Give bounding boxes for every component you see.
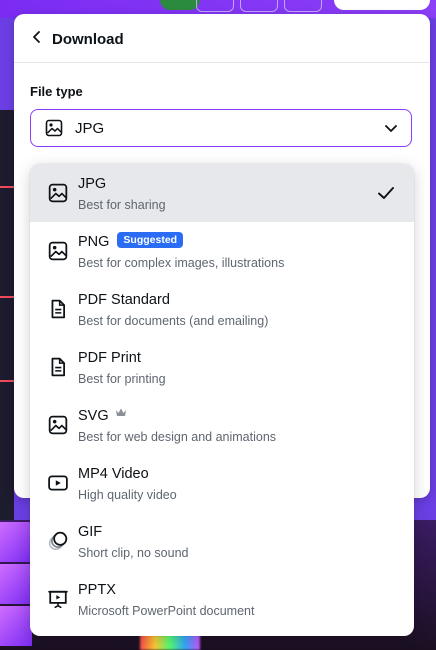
file-type-select[interactable]: JPG xyxy=(30,109,412,147)
option-png[interactable]: PNG Suggested Best for complex images, il… xyxy=(30,222,414,280)
toolbar-button xyxy=(240,0,278,12)
image-icon xyxy=(48,241,68,261)
page-thumbnail xyxy=(0,522,32,562)
option-name: GIF xyxy=(78,524,103,540)
file-type-label: File type xyxy=(30,84,83,99)
avatar xyxy=(160,0,200,10)
chevron-left-icon xyxy=(30,30,44,49)
option-mp4-video[interactable]: MP4 Video High quality video xyxy=(30,454,414,512)
divider xyxy=(0,296,14,298)
option-pdf-standard[interactable]: PDF Standard Best for documents (and ema… xyxy=(30,280,414,338)
document-icon xyxy=(48,357,68,377)
image-icon xyxy=(48,415,68,435)
image-icon xyxy=(45,119,63,142)
option-pdf-print[interactable]: PDF Print Best for printing xyxy=(30,338,414,396)
option-description: High quality video xyxy=(78,488,177,502)
option-svg[interactable]: SVG Best for web design and animations xyxy=(30,396,414,454)
page-thumbnail xyxy=(0,606,32,646)
page-thumbnail xyxy=(0,564,32,604)
option-name: JPG xyxy=(78,176,107,192)
divider xyxy=(0,186,14,188)
option-name: PNG xyxy=(78,234,110,250)
toolbar-button xyxy=(284,0,322,12)
option-name: PDF Print xyxy=(78,350,141,366)
option-description: Best for printing xyxy=(78,372,166,386)
toolbar-button xyxy=(196,0,234,12)
option-gif[interactable]: GIF Short clip, no sound xyxy=(30,512,414,570)
option-description: Short clip, no sound xyxy=(78,546,189,560)
option-description: Best for sharing xyxy=(78,198,166,212)
share-button xyxy=(334,0,430,10)
option-name: MP4 Video xyxy=(78,466,149,482)
option-description: Microsoft PowerPoint document xyxy=(78,604,255,618)
image-icon xyxy=(48,183,68,203)
checkmark-icon xyxy=(376,183,396,208)
option-description: Best for web design and animations xyxy=(78,430,277,444)
gif-icon xyxy=(48,531,68,551)
option-jpg[interactable]: JPG Best for sharing xyxy=(30,164,414,222)
crown-icon xyxy=(115,406,127,422)
option-name: PPTX xyxy=(78,582,116,598)
video-icon xyxy=(48,473,68,493)
back-button[interactable] xyxy=(26,28,48,50)
panel-header: Download xyxy=(14,14,430,63)
option-name: SVG xyxy=(78,408,109,424)
file-type-dropdown: JPG Best for sharing PNG Suggested Best f… xyxy=(30,164,414,636)
option-description: Best for documents (and emailing) xyxy=(78,314,269,328)
chevron-down-icon xyxy=(383,120,399,141)
selected-file-type: JPG xyxy=(75,120,105,137)
option-name: PDF Standard xyxy=(78,292,170,308)
suggested-badge: Suggested xyxy=(117,232,184,249)
option-pptx[interactable]: PPTX Microsoft PowerPoint document xyxy=(30,570,414,628)
option-description: Best for complex images, illustrations xyxy=(78,256,285,270)
panel-title: Download xyxy=(52,31,124,48)
presentation-icon xyxy=(48,589,68,609)
divider xyxy=(0,380,14,382)
document-icon xyxy=(48,299,68,319)
